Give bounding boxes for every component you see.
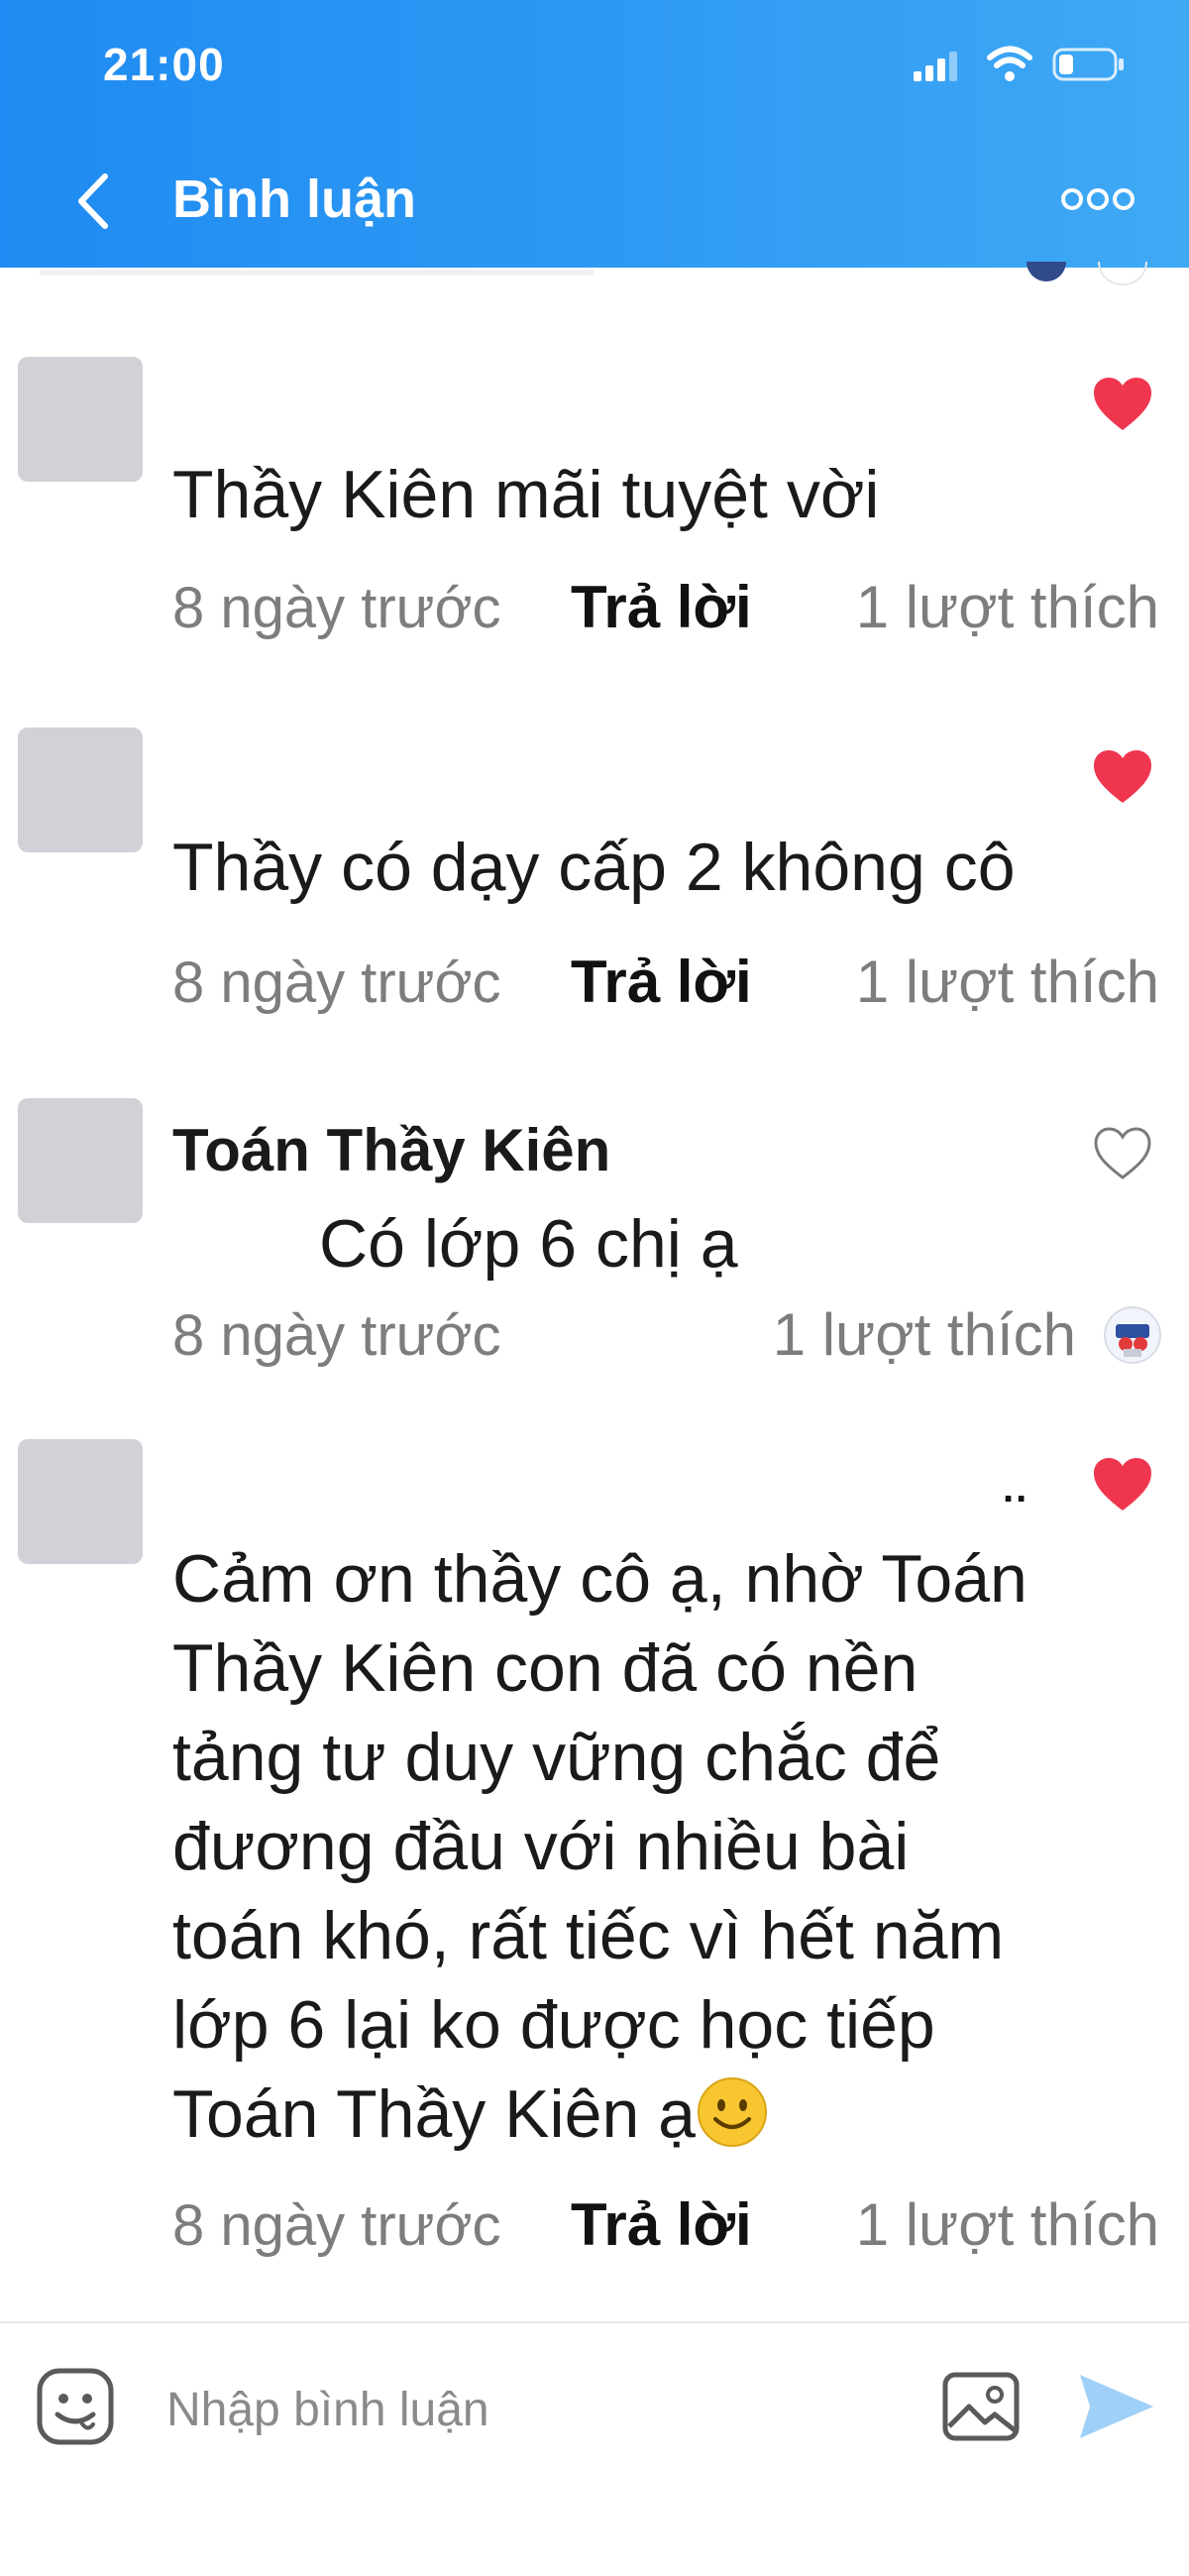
- comment-text-line: Thầy Kiên con đã có nền: [172, 1630, 919, 1706]
- reply-button[interactable]: Trả lời: [571, 2190, 752, 2259]
- comment-text-line: tảng tư duy vững chắc để: [172, 1720, 941, 1795]
- previous-like-edge: [1098, 262, 1147, 285]
- comment-text-line: toán khó, rất tiếc vì hết năm: [172, 1898, 1005, 1973]
- reply-button[interactable]: Trả lời: [571, 948, 752, 1016]
- reply-button[interactable]: Trả lời: [571, 573, 752, 641]
- previous-comment-edge: [40, 270, 594, 276]
- sticker-icon[interactable]: [36, 2367, 115, 2446]
- avatar[interactable]: [18, 728, 143, 852]
- comment-text-line: Toán Thầy Kiên ạ: [172, 2076, 696, 2152]
- comment-text-line: Cảm ơn thầy cô ạ, nhờ Toán: [172, 1541, 1027, 1617]
- page-title: Bình luận: [172, 169, 416, 229]
- send-icon[interactable]: [1076, 2369, 1157, 2444]
- signal-icon: [914, 52, 957, 81]
- comment-text: Có lớp 6 chị ạ: [319, 1206, 738, 1282]
- battery-icon: [1052, 48, 1124, 81]
- comment-text: Thầy Kiên mãi tuyệt vời: [172, 457, 880, 532]
- comment-input[interactable]: [166, 2375, 919, 2444]
- comment-text: Thầy có dạy cấp 2 không cô: [172, 830, 1016, 905]
- comment-time: 8 ngày trước: [172, 1303, 501, 1368]
- heart-filled-icon[interactable]: [1092, 377, 1153, 432]
- back-icon[interactable]: [65, 167, 125, 236]
- like-count[interactable]: 1 lượt thích: [856, 948, 1159, 1016]
- avatar[interactable]: [18, 357, 143, 482]
- comment-text-line: lớp 6 lại ko được học tiếp: [172, 1987, 935, 2063]
- heart-outline-icon[interactable]: [1092, 1126, 1153, 1181]
- comment-time: 8 ngày trước: [172, 951, 501, 1015]
- comment-text-last-line: Toán Thầy Kiên ạ: [172, 2070, 769, 2159]
- avatar[interactable]: [18, 1439, 143, 1564]
- like-count[interactable]: 1 lượt thích: [856, 573, 1159, 641]
- more-indicator[interactable]: ..: [1003, 1467, 1028, 1512]
- avatar[interactable]: [18, 1098, 143, 1223]
- smiley-emoji-icon: [698, 2077, 767, 2147]
- comment-text-line: đương đầu với nhiều bài: [172, 1809, 910, 1884]
- image-icon[interactable]: [941, 2371, 1021, 2442]
- comment-time: 8 ngày trước: [172, 576, 501, 640]
- heart-filled-icon[interactable]: [1092, 1457, 1153, 1512]
- like-count[interactable]: 1 lượt thích: [856, 2190, 1159, 2259]
- app-header: 21:00 Bình luận: [0, 0, 1189, 268]
- liker-avatar[interactable]: [1104, 1306, 1161, 1364]
- previous-avatar-edge: [1027, 262, 1066, 281]
- more-options-icon[interactable]: [1058, 184, 1137, 214]
- like-count[interactable]: 1 lượt thích: [773, 1300, 1076, 1369]
- input-divider: [0, 2321, 1189, 2323]
- heart-filled-icon[interactable]: [1092, 749, 1153, 805]
- comment-time: 8 ngày trước: [172, 2193, 501, 2258]
- comment-author[interactable]: Toán Thầy Kiên: [172, 1116, 610, 1184]
- wifi-icon: [987, 46, 1032, 81]
- status-time: 21:00: [103, 39, 225, 90]
